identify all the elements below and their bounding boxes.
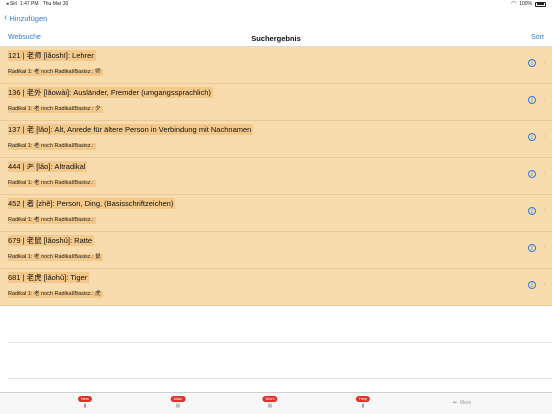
chevron-right-icon: › (543, 96, 546, 103)
back-bar: ‹ Hinzufügen (0, 10, 552, 26)
chevron-left-icon: ‹ (4, 12, 8, 23)
row-subtitle: Radikal 1: 老 noch Radikal/Basisz.: (8, 143, 96, 150)
battery-icon (535, 1, 546, 7)
tab-help[interactable]: Help ▮ (333, 395, 393, 413)
chevron-right-icon: › (543, 281, 546, 288)
row-subtitle: Radikal 1: 老 noch Radikal/Basisz.: 鼠 (8, 254, 103, 261)
info-icon[interactable]: i (528, 96, 536, 104)
tab-more[interactable]: ••• More (432, 400, 492, 406)
tab-new[interactable]: New ▮ (55, 395, 115, 413)
row-title: 681 | 老虎 [lǎohǔ]: Tiger (8, 272, 90, 283)
info-icon[interactable]: i (528, 207, 536, 215)
result-row[interactable]: 137 | 老 [lǎo]: Alt, Anrede für ältere Pe… (0, 121, 552, 158)
tab-work[interactable]: Work ▦ (240, 395, 300, 413)
info-icon[interactable]: i (528, 281, 536, 289)
tab-more-label: More (459, 400, 472, 406)
status-bar: ◂ Siri 1:47 PM Thu Mar 30 ◠ 100% (0, 0, 552, 8)
wifi-icon: ◠ (510, 1, 517, 7)
tab-icon: ▦ (175, 403, 181, 409)
row-title: 137 | 老 [lǎo]: Alt, Anrede für ältere Pe… (8, 124, 254, 135)
info-icon[interactable]: i (528, 244, 536, 252)
tab-icon: ▦ (267, 403, 273, 409)
result-row[interactable]: 681 | 老虎 [lǎohǔ]: Tiger Radikal 1: 老 noc… (0, 269, 552, 306)
chevron-right-icon: › (543, 59, 546, 66)
row-title: 136 | 老外 [lǎowài]: Ausländer, Fremder (u… (8, 87, 213, 98)
result-row[interactable]: 121 | 老师 [lǎoshī]: Lehrer Radikal 1: 老 n… (0, 47, 552, 84)
carrier-label: ◂ Siri (6, 1, 18, 7)
info-icon[interactable]: i (528, 59, 536, 67)
nav-bar: Websuche Suchergebnis Sort (0, 30, 552, 47)
empty-row-divider (8, 378, 552, 379)
row-subtitle: Radikal 1: 老 noch Radikal/Basisz.: 师 (8, 69, 103, 76)
row-title: 679 | 老鼠 [lǎoshǔ]: Ratte (8, 235, 95, 246)
tab-icon: ▮ (83, 403, 87, 409)
result-row[interactable]: 444 | 耂 [lǎo]: Altradikal Radikal 1: 老 n… (0, 158, 552, 195)
status-date: Thu Mar 30 (42, 1, 69, 7)
tab-badge: Help (355, 396, 371, 402)
row-title: 444 | 耂 [lǎo]: Altradikal (8, 161, 88, 172)
battery-percent: 100% (519, 1, 532, 7)
result-row[interactable]: 679 | 老鼠 [lǎoshǔ]: Ratte Radikal 1: 老 no… (0, 232, 552, 269)
row-subtitle: Radikal 1: 老 noch Radikal/Basisz.: (8, 180, 96, 187)
tab-badge: New (77, 396, 93, 402)
result-row[interactable]: 452 | 者 [zhě]: Person, Ding, (Basisschri… (0, 195, 552, 232)
row-subtitle: Radikal 1: 老 noch Radikal/Basisz.: 夕 (8, 106, 103, 113)
row-subtitle: Radikal 1: 老 noch Radikal/Basisz.: 虎 (8, 291, 103, 298)
tab-bar: New ▮ Main ▦ Work ▦ Help ▮ ••• More (0, 392, 552, 414)
tab-icon: ▮ (361, 403, 365, 409)
chevron-right-icon: › (543, 244, 546, 251)
info-icon[interactable]: i (528, 133, 536, 141)
row-title: 452 | 者 [zhě]: Person, Ding, (Basisschri… (8, 198, 176, 209)
page-title: Suchergebnis (251, 34, 301, 43)
row-title: 121 | 老师 [lǎoshī]: Lehrer (8, 50, 96, 61)
tab-main[interactable]: Main ▦ (148, 395, 208, 413)
status-right: ◠ 100% (511, 0, 546, 8)
result-row[interactable]: 136 | 老外 [lǎowài]: Ausländer, Fremder (u… (0, 84, 552, 121)
more-dots-icon: ••• (452, 400, 457, 406)
tab-badge: Work (262, 396, 278, 402)
row-subtitle: Radikal 1: 老 noch Radikal/Basisz.: (8, 217, 96, 224)
status-time: 1:47 PM (19, 1, 39, 7)
chevron-right-icon: › (543, 207, 546, 214)
status-left: ◂ Siri 1:47 PM Thu Mar 30 (6, 0, 68, 8)
tab-badge: Main (170, 396, 186, 402)
results-list: 121 | 老师 [lǎoshī]: Lehrer Radikal 1: 老 n… (0, 47, 552, 306)
chevron-right-icon: › (543, 133, 546, 140)
empty-row-divider (8, 342, 552, 343)
back-button[interactable]: ‹ Hinzufügen (4, 12, 47, 24)
info-icon[interactable]: i (528, 170, 536, 178)
back-label: Hinzufügen (9, 13, 48, 23)
chevron-right-icon: › (543, 170, 546, 177)
sort-button[interactable]: Sort (531, 34, 544, 41)
